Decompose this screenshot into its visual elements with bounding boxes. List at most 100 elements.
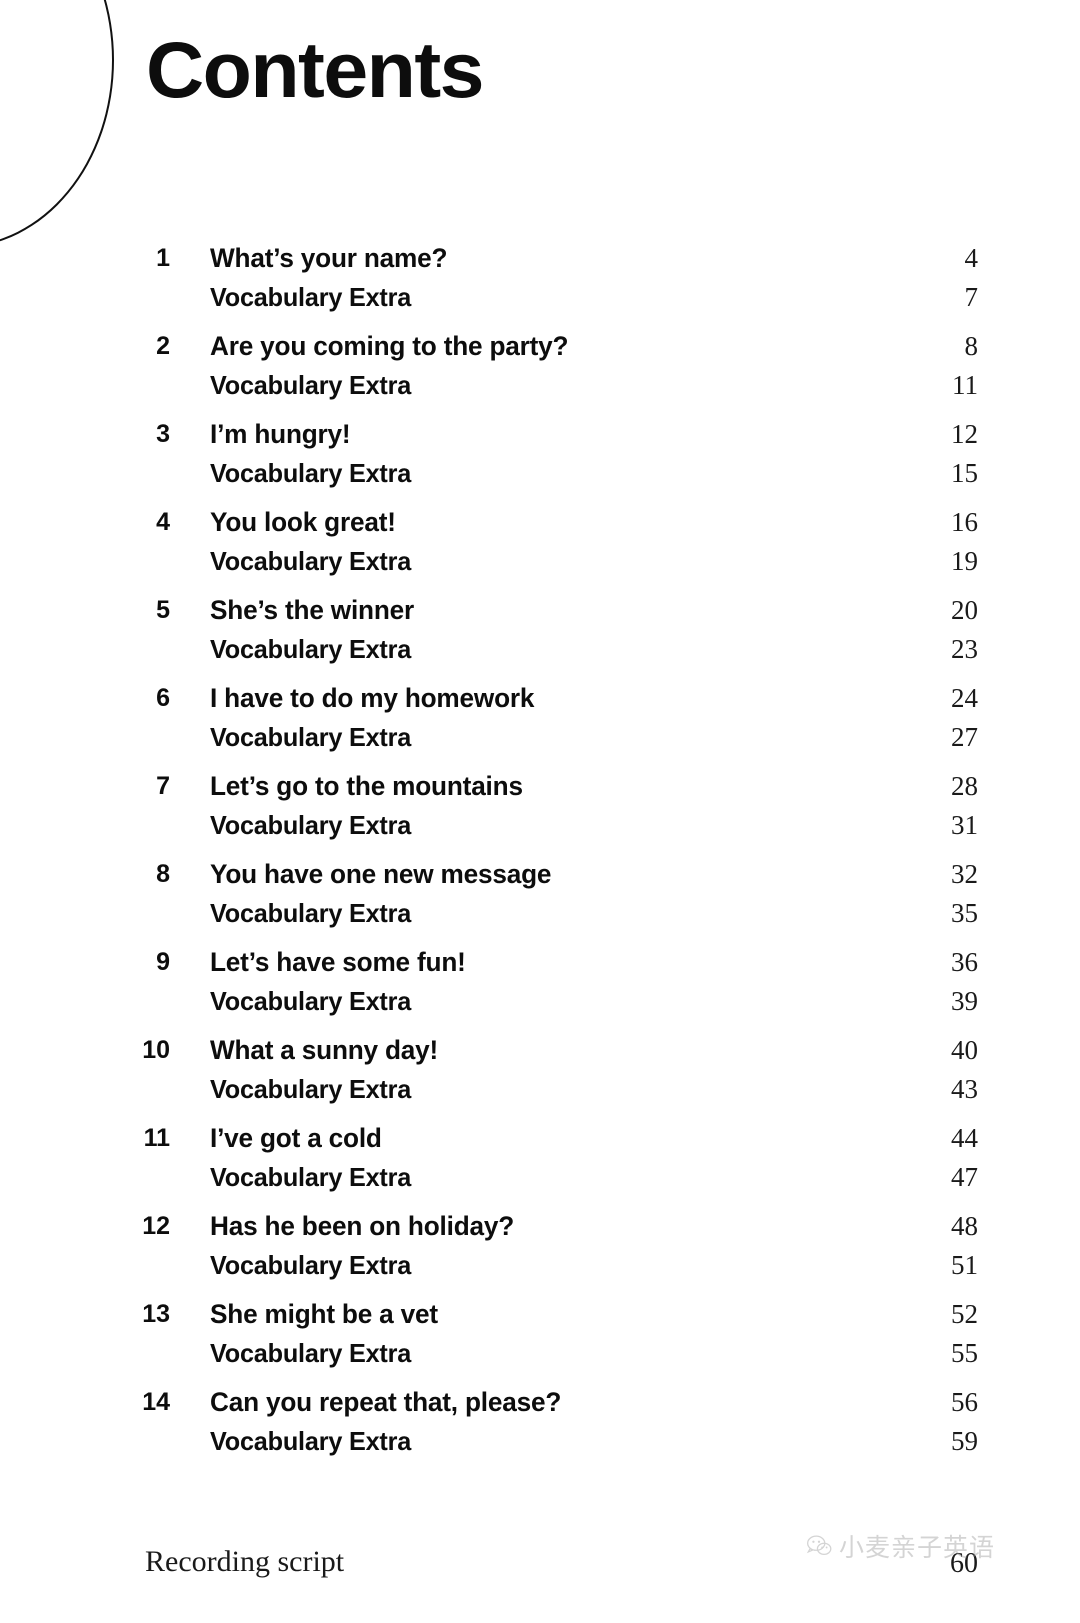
toc-subentry-label[interactable]: Vocabulary Extra xyxy=(210,634,411,664)
toc-unit-row[interactable]: 5 She’s the winner 20 xyxy=(0,595,1080,634)
toc-unit-block: 8 You have one new message 32 Vocabulary Ex… xyxy=(0,859,1080,947)
toc-unit-page-number: 8 xyxy=(964,331,979,361)
toc-subentry-row[interactable]: Vocabulary Extra 51 xyxy=(0,1250,1080,1289)
toc-unit-number: 12 xyxy=(142,1212,170,1240)
toc-subentry-label[interactable]: Vocabulary Extra xyxy=(210,986,411,1016)
toc-unit-title[interactable]: She might be a vet xyxy=(210,1299,438,1329)
toc-subentry-row[interactable]: Vocabulary Extra 59 xyxy=(0,1426,1080,1465)
toc-unit-number: 6 xyxy=(156,684,170,712)
toc-subentry-row[interactable]: Vocabulary Extra 47 xyxy=(0,1162,1080,1201)
toc-subentry-page-number: 47 xyxy=(951,1162,978,1192)
toc-unit-page-number: 40 xyxy=(951,1035,978,1065)
toc-unit-row[interactable]: 7 Let’s go to the mountains 28 xyxy=(0,771,1080,810)
toc-subentry-row[interactable]: Vocabulary Extra 39 xyxy=(0,986,1080,1025)
toc-unit-title[interactable]: Let’s go to the mountains xyxy=(210,771,523,801)
toc-subentry-page-number: 39 xyxy=(951,986,978,1016)
toc-unit-row[interactable]: 11 I’ve got a cold 44 xyxy=(0,1123,1080,1162)
toc-subentry-page-number: 15 xyxy=(951,458,978,488)
toc-subentry-page-number: 43 xyxy=(951,1074,978,1104)
toc-unit-page-number: 24 xyxy=(951,683,978,713)
toc-subentry-label[interactable]: Vocabulary Extra xyxy=(210,546,411,576)
toc-subentry-page-number: 27 xyxy=(951,722,978,752)
toc-subentry-label[interactable]: Vocabulary Extra xyxy=(210,370,411,400)
toc-subentry-label[interactable]: Vocabulary Extra xyxy=(210,458,411,488)
toc-unit-title[interactable]: What a sunny day! xyxy=(210,1035,438,1065)
toc-unit-title[interactable]: You look great! xyxy=(210,507,396,537)
toc-unit-number: 10 xyxy=(142,1036,170,1064)
toc-subentry-row[interactable]: Vocabulary Extra 15 xyxy=(0,458,1080,497)
toc-subentry-row[interactable]: Vocabulary Extra 23 xyxy=(0,634,1080,673)
toc-subentry-row[interactable]: Vocabulary Extra 11 xyxy=(0,370,1080,409)
toc-subentry-row[interactable]: Vocabulary Extra 7 xyxy=(0,282,1080,321)
toc-unit-row[interactable]: 8 You have one new message 32 xyxy=(0,859,1080,898)
toc-subentry-label[interactable]: Vocabulary Extra xyxy=(210,1426,411,1456)
toc-unit-row[interactable]: 10 What a sunny day! 40 xyxy=(0,1035,1080,1074)
toc-unit-row[interactable]: 2 Are you coming to the party? 8 xyxy=(0,331,1080,370)
toc-unit-block: 6 I have to do my homework 24 Vocabulary Ex… xyxy=(0,683,1080,771)
toc-unit-block: 14 Can you repeat that, please? 56 Vocabula… xyxy=(0,1387,1080,1475)
toc-unit-page-number: 52 xyxy=(951,1299,978,1329)
toc-unit-row[interactable]: 12 Has he been on holiday? 48 xyxy=(0,1211,1080,1250)
decorative-circle-arc xyxy=(0,0,114,248)
toc-subentry-row[interactable]: Vocabulary Extra 43 xyxy=(0,1074,1080,1113)
toc-unit-title[interactable]: Can you repeat that, please? xyxy=(210,1387,561,1417)
toc-subentry-label[interactable]: Vocabulary Extra xyxy=(210,722,411,752)
toc-unit-title[interactable]: I’m hungry! xyxy=(210,419,351,449)
toc-subentry-page-number: 7 xyxy=(964,282,979,312)
toc-unit-block: 11 I’ve got a cold 44 Vocabulary Extra 47 xyxy=(0,1123,1080,1211)
toc-subentry-page-number: 55 xyxy=(951,1338,978,1368)
toc-unit-page-number: 28 xyxy=(951,771,978,801)
toc-subentry-row[interactable]: Vocabulary Extra 35 xyxy=(0,898,1080,937)
toc-unit-page-number: 48 xyxy=(951,1211,978,1241)
toc-unit-number: 11 xyxy=(143,1124,170,1152)
toc-unit-page-number: 44 xyxy=(951,1123,978,1153)
toc-unit-number: 3 xyxy=(156,420,170,448)
toc-unit-block: 10 What a sunny day! 40 Vocabulary Extra 43 xyxy=(0,1035,1080,1123)
toc-unit-title[interactable]: Has he been on holiday? xyxy=(210,1211,514,1241)
toc-unit-title[interactable]: Are you coming to the party? xyxy=(210,331,569,361)
toc-unit-block: 3 I’m hungry! 12 Vocabulary Extra 15 xyxy=(0,419,1080,507)
toc-subentry-row[interactable]: Vocabulary Extra 31 xyxy=(0,810,1080,849)
page-title: Contents xyxy=(146,25,484,114)
toc-unit-block: 12 Has he been on holiday? 48 Vocabulary Ex… xyxy=(0,1211,1080,1299)
toc-subentry-row[interactable]: Vocabulary Extra 27 xyxy=(0,722,1080,761)
toc-unit-title[interactable]: She’s the winner xyxy=(210,595,414,625)
toc-unit-block: 9 Let’s have some fun! 36 Vocabulary Extra 3… xyxy=(0,947,1080,1035)
toc-unit-title[interactable]: What’s your name? xyxy=(210,243,447,273)
toc-unit-row[interactable]: 13 She might be a vet 52 xyxy=(0,1299,1080,1338)
toc-unit-row[interactable]: 14 Can you repeat that, please? 56 xyxy=(0,1387,1080,1426)
toc-subentry-row[interactable]: Vocabulary Extra 19 xyxy=(0,546,1080,585)
table-of-contents-list: 1 What’s your name? 4 Vocabulary Extra 7 2 Are… xyxy=(0,243,1080,1475)
toc-unit-page-number: 32 xyxy=(951,859,978,889)
toc-unit-row[interactable]: 6 I have to do my homework 24 xyxy=(0,683,1080,722)
toc-subentry-label[interactable]: Vocabulary Extra xyxy=(210,810,411,840)
toc-subentry-label[interactable]: Vocabulary Extra xyxy=(210,1338,411,1368)
toc-unit-row[interactable]: 4 You look great! 16 xyxy=(0,507,1080,546)
toc-unit-number: 9 xyxy=(156,948,170,976)
toc-unit-page-number: 4 xyxy=(964,243,979,273)
toc-unit-row[interactable]: 9 Let’s have some fun! 36 xyxy=(0,947,1080,986)
toc-subentry-label[interactable]: Vocabulary Extra xyxy=(210,1250,411,1280)
toc-subentry-label[interactable]: Vocabulary Extra xyxy=(210,1162,411,1192)
toc-unit-number: 4 xyxy=(156,508,170,536)
toc-unit-title[interactable]: You have one new message xyxy=(210,859,551,889)
footer-row: Recording script 60 xyxy=(0,1544,1080,1584)
toc-unit-block: 13 She might be a vet 52 Vocabulary Extra 55 xyxy=(0,1299,1080,1387)
toc-subentry-label[interactable]: Vocabulary Extra xyxy=(210,898,411,928)
toc-unit-row[interactable]: 1 What’s your name? 4 xyxy=(0,243,1080,282)
toc-subentry-label[interactable]: Vocabulary Extra xyxy=(210,1074,411,1104)
toc-unit-title[interactable]: I’ve got a cold xyxy=(210,1123,382,1153)
toc-unit-block: 5 She’s the winner 20 Vocabulary Extra 23 xyxy=(0,595,1080,683)
recording-script-label: Recording script xyxy=(145,1545,345,1578)
toc-unit-title[interactable]: I have to do my homework xyxy=(210,683,534,713)
toc-subentry-page-number: 23 xyxy=(951,634,978,664)
toc-unit-row[interactable]: 3 I’m hungry! 12 xyxy=(0,419,1080,458)
toc-subentry-label[interactable]: Vocabulary Extra xyxy=(210,282,411,312)
toc-unit-number: 7 xyxy=(156,772,170,800)
toc-unit-page-number: 16 xyxy=(951,507,978,537)
toc-subentry-row[interactable]: Vocabulary Extra 55 xyxy=(0,1338,1080,1377)
toc-subentry-page-number: 51 xyxy=(951,1250,978,1280)
toc-subentry-page-number: 59 xyxy=(951,1426,978,1456)
toc-unit-title[interactable]: Let’s have some fun! xyxy=(210,947,466,977)
toc-unit-number: 2 xyxy=(156,332,170,360)
